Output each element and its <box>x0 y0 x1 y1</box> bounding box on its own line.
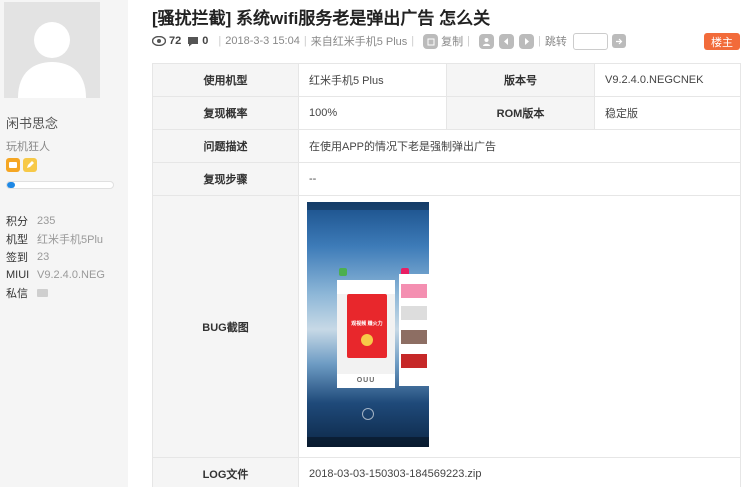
copy-link[interactable]: 复制 <box>441 33 463 49</box>
thumbnail <box>401 306 427 320</box>
desc-value: 在使用APP的情况下老是强制弹出广告 <box>298 129 741 163</box>
table-row: LOG文件 2018-03-03-150303-184569223.zip <box>152 457 741 487</box>
stat-value: V9.2.4.0.NEG <box>37 269 105 281</box>
jump-input[interactable] <box>572 32 608 50</box>
level-progress-bar <box>6 181 114 189</box>
mail-icon[interactable] <box>37 289 48 297</box>
medal-list <box>6 158 37 172</box>
user-icon[interactable] <box>479 33 495 49</box>
reply-count: 0 <box>202 35 209 47</box>
stat-row-message: 私信 <box>6 284 105 302</box>
popup-ad-button <box>361 334 373 346</box>
table-row: 使用机型 红米手机5 Plus 版本号 V9.2.4.0.NEGCNEK <box>152 63 741 97</box>
table-row: 问题描述 在使用APP的情况下老是强制弹出广告 <box>152 129 741 163</box>
post-date: 2018-3-3 15:04 <box>225 35 300 47</box>
divider: | <box>218 35 222 47</box>
stat-row-checkin: 签到 23 <box>6 248 105 266</box>
bug-screenshot-image[interactable]: 观视频 赚火力 OUU <box>307 202 429 447</box>
thumbnail <box>401 330 427 344</box>
thumbnail <box>401 284 427 298</box>
username[interactable]: 闲书思念 <box>6 113 58 132</box>
floor-badge[interactable]: 楼主 <box>704 33 740 50</box>
table-row: BUG截图 观视频 赚火力 OUU <box>152 195 741 458</box>
divider: | <box>411 35 415 47</box>
version-value: V9.2.4.0.NEGCNEK <box>594 63 741 97</box>
bug-screenshot-cell: 观视频 赚火力 OUU <box>298 195 741 458</box>
steps-label: 复现步骤 <box>152 162 299 196</box>
default-avatar-icon <box>4 2 100 98</box>
phone-nav-bar <box>307 437 429 447</box>
rom-value: 稳定版 <box>594 96 741 130</box>
user-sidebar: 闲书思念 玩机狂人 积分 235 机型 红米手机5Plu 签到 23 MIUI … <box>0 0 128 487</box>
level-progress-fill <box>7 182 16 188</box>
bug-screenshot-label: BUG截图 <box>152 195 299 458</box>
user-group: 玩机狂人 <box>6 141 50 153</box>
comment-icon <box>187 36 199 47</box>
stat-key: 签到 <box>6 252 28 264</box>
stat-value: 235 <box>37 215 56 227</box>
device-label: 使用机型 <box>152 63 299 97</box>
jump-label: 跳转 <box>544 36 567 48</box>
app-icon <box>339 268 347 276</box>
stat-row-model: 机型 红米手机5Plu <box>6 230 105 248</box>
eye-icon <box>152 36 166 46</box>
device-value: 红米手机5 Plus <box>298 63 447 97</box>
rate-value: 100% <box>298 96 447 130</box>
stat-key: 积分 <box>6 216 28 228</box>
stat-value: 23 <box>37 251 50 263</box>
divider: | <box>538 35 541 47</box>
next-icon[interactable] <box>519 33 535 49</box>
steps-value: -- <box>298 162 741 196</box>
post-meta: 72 0 | 2018-3-3 15:04 | 来自红米手机5 Plus | 复… <box>152 32 626 50</box>
stat-key: 机型 <box>6 234 28 246</box>
stat-value: 红米手机5Plu <box>37 234 104 246</box>
table-row: 复现概率 100% ROM版本 稳定版 <box>152 96 741 130</box>
card-header <box>337 280 395 294</box>
popup-ad-text: 观视频 赚火力 <box>351 321 383 327</box>
rom-label: ROM版本 <box>446 96 595 130</box>
card-footer: OUU <box>337 374 395 388</box>
view-count: 72 <box>169 35 182 47</box>
app-logo-text: OUU <box>356 377 376 384</box>
stat-row-points: 积分 235 <box>6 212 105 230</box>
pencil-medal-icon[interactable] <box>23 158 37 172</box>
divider: | <box>467 35 471 47</box>
medal-icon[interactable] <box>6 158 20 172</box>
bug-report-table: 使用机型 红米手机5 Plus 版本号 V9.2.4.0.NEGCNEK 复现概… <box>152 63 741 487</box>
log-label: LOG文件 <box>152 457 299 487</box>
version-label: 版本号 <box>446 63 595 97</box>
post-device: 来自红米手机5 Plus <box>310 36 408 48</box>
rate-label: 复现概率 <box>152 96 299 130</box>
stat-row-miui: MIUI V9.2.4.0.NEG <box>6 266 105 284</box>
log-file-link[interactable]: 2018-03-03-150303-184569223.zip <box>298 457 741 487</box>
copy-icon[interactable] <box>423 33 439 49</box>
stat-key: 私信 <box>6 288 28 300</box>
clear-all-icon <box>362 408 374 420</box>
desc-label: 问题描述 <box>152 129 299 163</box>
thumbnail <box>401 354 427 368</box>
phone-status-bar <box>307 202 429 210</box>
avatar[interactable] <box>4 2 100 98</box>
prev-icon[interactable] <box>499 33 515 49</box>
divider: | <box>303 35 307 47</box>
go-arrow-icon[interactable] <box>611 34 626 48</box>
table-row: 复现步骤 -- <box>152 162 741 196</box>
stat-key: MIUI <box>6 269 30 281</box>
user-stats: 积分 235 机型 红米手机5Plu 签到 23 MIUI V9.2.4.0.N… <box>6 212 105 302</box>
post-title: [骚扰拦截] 系统wifi服务老是弹出广告 怎么关 <box>152 9 491 28</box>
